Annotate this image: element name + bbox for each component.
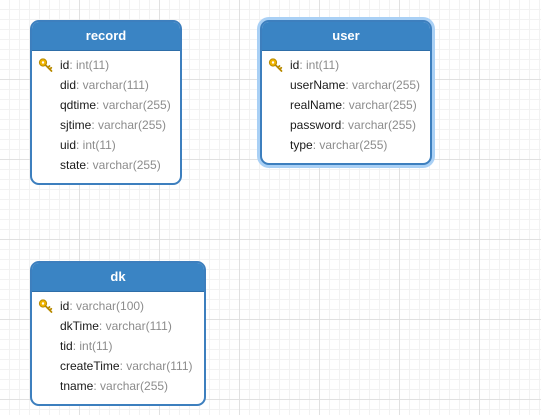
field-row[interactable]: sjtime: varchar(255): [32, 115, 180, 135]
field-name: realName: [290, 98, 343, 112]
field-type: : int(11): [76, 138, 116, 152]
field-row[interactable]: qdtime: varchar(255): [32, 95, 180, 115]
field-name: qdtime: [60, 98, 97, 112]
field-name: id: [60, 58, 70, 72]
field-type: : varchar(100): [69, 299, 145, 313]
field-type: : varchar(255): [86, 158, 161, 172]
field-type: : varchar(255): [96, 98, 171, 112]
field-row[interactable]: id: int(11): [32, 55, 180, 75]
field-name: id: [290, 58, 300, 72]
field-name: password: [290, 118, 342, 132]
field-row[interactable]: tid: int(11): [32, 336, 204, 356]
field-row[interactable]: realName: varchar(255): [262, 95, 430, 115]
field-row[interactable]: userName: varchar(255): [262, 75, 430, 95]
field-row[interactable]: createTime: varchar(111): [32, 356, 204, 376]
key-icon: [38, 299, 53, 313]
field-type: : varchar(111): [98, 319, 172, 333]
key-icon: [268, 58, 283, 72]
field-type: : int(11): [299, 58, 340, 72]
entity-title: user: [262, 22, 430, 51]
entity-title: dk: [32, 263, 204, 292]
field-name: tid: [60, 339, 73, 353]
field-name: sjtime: [60, 118, 92, 132]
field-row[interactable]: id: varchar(100): [32, 296, 204, 316]
field-name: state: [60, 158, 87, 172]
field-name: dkTime: [60, 319, 99, 333]
field-type: : varchar(255): [312, 138, 388, 152]
field-type: : int(11): [72, 339, 113, 353]
field-row[interactable]: did: varchar(111): [32, 75, 180, 95]
key-icon: [38, 58, 53, 72]
field-row[interactable]: id: int(11): [262, 55, 430, 75]
field-type: : varchar(255): [91, 118, 167, 132]
field-type: : varchar(111): [119, 359, 193, 373]
field-row[interactable]: uid: int(11): [32, 135, 180, 155]
field-type: : int(11): [69, 58, 110, 72]
field-name: id: [60, 299, 70, 313]
field-name: tname: [60, 379, 94, 393]
field-name: createTime: [60, 359, 120, 373]
entity-record[interactable]: record id: int(11) did: varchar(111) qdt…: [30, 20, 182, 185]
entity-title: record: [32, 22, 180, 51]
entity-dk[interactable]: dk id: varchar(100) dkTime: varchar(111)…: [30, 261, 206, 406]
entity-user[interactable]: user id: int(11) userName: varchar(255) …: [260, 20, 432, 165]
field-name: userName: [290, 78, 346, 92]
field-row[interactable]: type: varchar(255): [262, 135, 430, 155]
field-row[interactable]: tname: varchar(255): [32, 376, 204, 396]
field-row[interactable]: dkTime: varchar(111): [32, 316, 204, 336]
field-type: : varchar(255): [342, 98, 417, 112]
field-type: : varchar(255): [345, 78, 421, 92]
field-row[interactable]: password: varchar(255): [262, 115, 430, 135]
field-name: did: [60, 78, 77, 92]
field-type: : varchar(255): [93, 379, 169, 393]
field-type: : varchar(111): [76, 78, 149, 92]
diagram-canvas[interactable]: record id: int(11) did: varchar(111) qdt…: [0, 0, 541, 415]
field-row[interactable]: state: varchar(255): [32, 155, 180, 175]
field-name: uid: [60, 138, 77, 152]
field-name: type: [290, 138, 313, 152]
field-type: : varchar(255): [341, 118, 417, 132]
